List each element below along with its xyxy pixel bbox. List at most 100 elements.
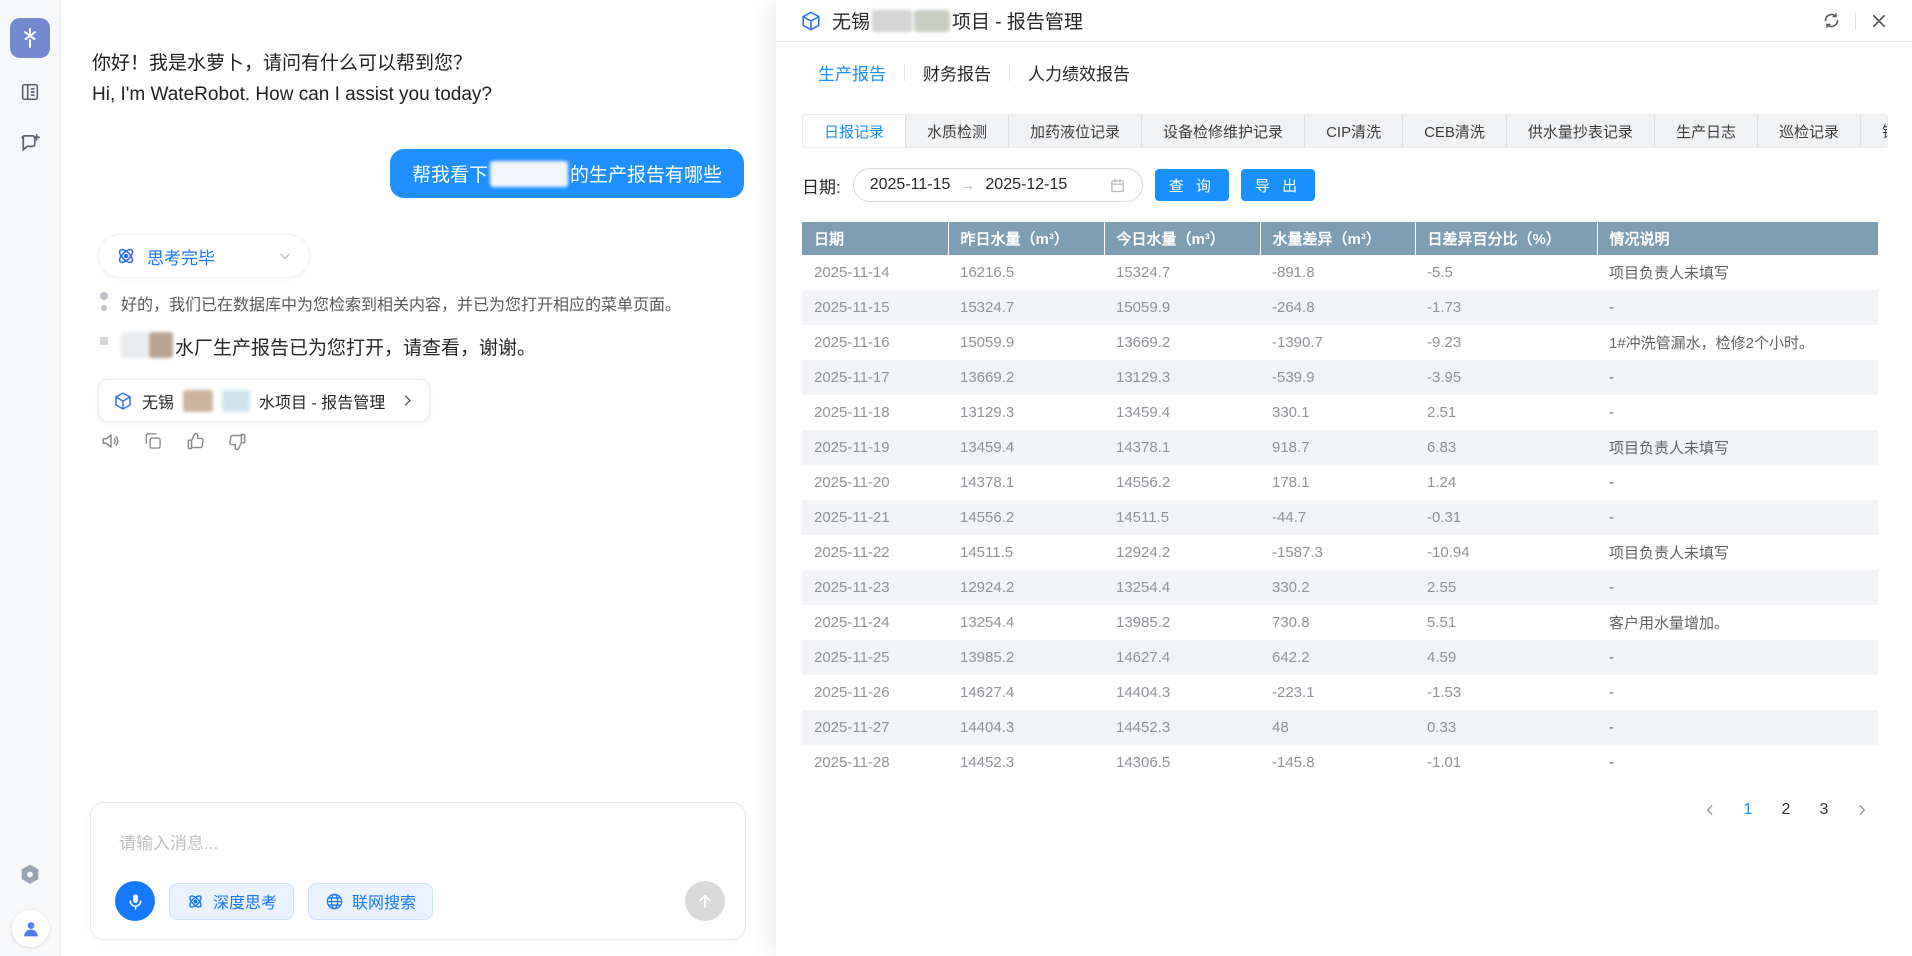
table-cell: 13669.2 xyxy=(1104,325,1260,360)
table-cell: 14627.4 xyxy=(948,675,1104,710)
table-cell: 14556.2 xyxy=(948,500,1104,535)
table-row[interactable]: 2025-11-2714404.314452.3480.33- xyxy=(802,710,1878,745)
redaction-blob xyxy=(872,10,912,32)
deep-think-button[interactable]: 深度思考 xyxy=(169,883,294,920)
microphone-button[interactable] xyxy=(115,881,155,921)
thumbs-down-icon[interactable] xyxy=(226,430,248,452)
message-action-bar xyxy=(100,430,248,452)
app-logo-icon xyxy=(18,26,42,50)
page-button-2[interactable]: 2 xyxy=(1772,796,1800,824)
arrow-up-icon xyxy=(696,892,714,910)
subtab-水质检测[interactable]: 水质检测 xyxy=(906,115,1009,147)
panel-title-suffix: 项目 - 报告管理 xyxy=(952,7,1083,34)
next-page-button[interactable] xyxy=(1848,796,1876,824)
subtab-加药液位记录[interactable]: 加药液位记录 xyxy=(1009,115,1142,147)
table-row[interactable]: 2025-11-2413254.413985.2730.85.51客户用水量增加… xyxy=(802,605,1878,640)
subtab-锡山[interactable]: 锡山 xyxy=(1861,115,1888,147)
column-header: 日差异百分比（%） xyxy=(1415,222,1597,255)
table-cell: 0.33 xyxy=(1415,710,1597,745)
web-search-button[interactable]: 联网搜索 xyxy=(308,883,433,920)
table-cell: 2.51 xyxy=(1415,395,1597,430)
subtab-供水量抄表记录[interactable]: 供水量抄表记录 xyxy=(1507,115,1655,147)
subtab-CEB清洗[interactable]: CEB清洗 xyxy=(1403,115,1507,147)
table-cell: -5.5 xyxy=(1415,255,1597,290)
history-panel-icon[interactable] xyxy=(19,81,41,108)
end-date-value[interactable]: 2025-12-15 xyxy=(985,176,1067,194)
prev-page-button[interactable] xyxy=(1696,796,1724,824)
speaker-icon[interactable] xyxy=(100,430,122,452)
table-row[interactable]: 2025-11-2014378.114556.2178.11.24- xyxy=(802,465,1878,500)
user-avatar[interactable] xyxy=(12,910,49,947)
table-cell: - xyxy=(1597,290,1878,325)
table-cell: -891.8 xyxy=(1260,255,1415,290)
settings-nut-icon[interactable] xyxy=(18,862,43,892)
thinking-status-pill[interactable]: 思考完毕 xyxy=(98,234,310,278)
table-cell: 2025-11-15 xyxy=(802,290,948,325)
subtab-CIP清洗[interactable]: CIP清洗 xyxy=(1305,115,1403,147)
table-row[interactable]: 2025-11-2513985.214627.4642.24.59- xyxy=(802,640,1878,675)
chat-input[interactable]: 请输入消息... xyxy=(119,829,218,854)
panel-title-prefix: 无锡 xyxy=(832,7,870,34)
table-cell: 12924.2 xyxy=(948,570,1104,605)
table-cell: 2025-11-18 xyxy=(802,395,948,430)
table-cell: 12924.2 xyxy=(1104,535,1260,570)
query-button[interactable]: 查 询 xyxy=(1155,169,1229,201)
date-range-picker[interactable]: 2025-11-15 → 2025-12-15 xyxy=(853,168,1143,202)
subtab-巡检记录[interactable]: 巡检记录 xyxy=(1758,115,1861,147)
panel-header-icons xyxy=(1822,11,1888,30)
tab-生产报告[interactable]: 生产报告 xyxy=(800,56,904,89)
redaction-blob xyxy=(914,10,950,32)
table-header-row: 日期昨日水量（m³）今日水量（m³）水量差异（m³）日差异百分比（%）情况说明 xyxy=(802,222,1878,255)
thumbs-up-icon[interactable] xyxy=(184,430,206,452)
copy-icon[interactable] xyxy=(142,430,164,452)
reply-2-text: 水厂生产报告已为您打开，请查看，谢谢。 xyxy=(175,338,536,359)
greeting-line-zh: 你好！我是水萝卜，请问有什么可以帮到您？ xyxy=(92,48,492,79)
atom-icon xyxy=(115,245,137,267)
pagination: 123 xyxy=(1696,796,1876,824)
table-row[interactable]: 2025-11-2614627.414404.3-223.1-1.53- xyxy=(802,675,1878,710)
user-message-prefix: 帮我看下 xyxy=(412,160,488,187)
export-button[interactable]: 导 出 xyxy=(1241,169,1315,201)
table-cell: 2025-11-16 xyxy=(802,325,948,360)
assistant-reply-1: 好的，我们已在数据库中为您检索到相关内容，并已为您打开相应的菜单页面。 xyxy=(121,294,721,318)
table-cell: 330.1 xyxy=(1260,395,1415,430)
opened-page-card[interactable]: 无锡水项目 - 报告管理 xyxy=(98,379,430,422)
table-cell: - xyxy=(1597,500,1878,535)
table-cell: -1.01 xyxy=(1415,745,1597,780)
subtab-生产日志[interactable]: 生产日志 xyxy=(1655,115,1758,147)
start-date-value[interactable]: 2025-11-15 xyxy=(870,176,951,194)
table-row[interactable]: 2025-11-1515324.715059.9-264.8-1.73- xyxy=(802,290,1878,325)
table-cell: 项目负责人未填写 xyxy=(1597,430,1878,465)
table-row[interactable]: 2025-11-2114556.214511.5-44.7-0.31- xyxy=(802,500,1878,535)
tab-人力绩效报告[interactable]: 人力绩效报告 xyxy=(1010,56,1148,89)
table-cell: -1587.3 xyxy=(1260,535,1415,570)
table-row[interactable]: 2025-11-1913459.414378.1918.76.83项目负责人未填… xyxy=(802,430,1878,465)
table-row[interactable]: 2025-11-1416216.515324.7-891.8-5.5项目负责人未… xyxy=(802,255,1878,290)
table-cell: 14511.5 xyxy=(1104,500,1260,535)
table-cell: 1.24 xyxy=(1415,465,1597,500)
table-cell: 2.55 xyxy=(1415,570,1597,605)
table-cell: 642.2 xyxy=(1260,640,1415,675)
table-row[interactable]: 2025-11-2814452.314306.5-145.8-1.01- xyxy=(802,745,1878,780)
tab-财务报告[interactable]: 财务报告 xyxy=(905,56,1009,89)
page-button-3[interactable]: 3 xyxy=(1810,796,1838,824)
table-cell: 2025-11-26 xyxy=(802,675,948,710)
table-row[interactable]: 2025-11-2312924.213254.4330.22.55- xyxy=(802,570,1878,605)
page-button-1[interactable]: 1 xyxy=(1734,796,1762,824)
chevron-down-icon[interactable] xyxy=(277,248,293,264)
redaction-blob xyxy=(183,390,213,412)
subtab-日报记录[interactable]: 日报记录 xyxy=(803,115,906,147)
new-chat-icon[interactable] xyxy=(19,132,42,160)
table-row[interactable]: 2025-11-1813129.313459.4330.12.51- xyxy=(802,395,1878,430)
send-button[interactable] xyxy=(685,881,725,921)
app-logo[interactable] xyxy=(10,18,50,58)
close-icon[interactable] xyxy=(1870,12,1888,30)
table-row[interactable]: 2025-11-2214511.512924.2-1587.3-10.94项目负… xyxy=(802,535,1878,570)
table-cell: -539.9 xyxy=(1260,360,1415,395)
table-row[interactable]: 2025-11-1615059.913669.2-1390.7-9.231#冲洗… xyxy=(802,325,1878,360)
refresh-icon[interactable] xyxy=(1822,11,1841,30)
cube-icon xyxy=(113,391,133,411)
table-cell: 2025-11-19 xyxy=(802,430,948,465)
table-row[interactable]: 2025-11-1713669.213129.3-539.9-3.95- xyxy=(802,360,1878,395)
subtab-设备检修维护记录[interactable]: 设备检修维护记录 xyxy=(1142,115,1305,147)
